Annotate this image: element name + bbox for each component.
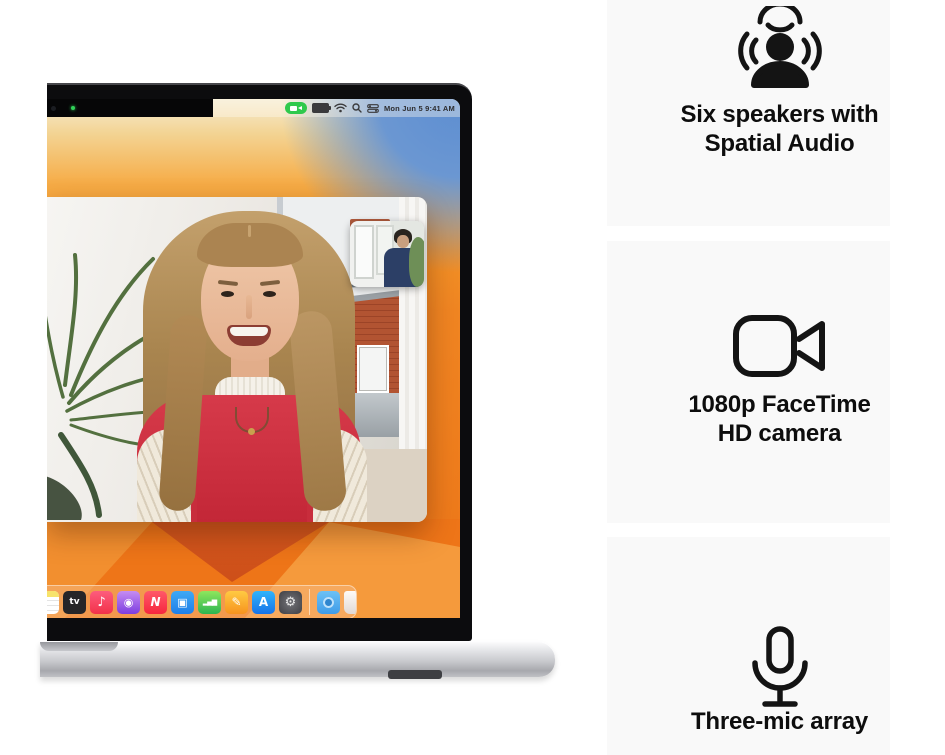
smiling-mouth [227, 325, 271, 346]
macbook-screen: Mon Jun 5 9:41 AM [47, 99, 460, 618]
dock-icon-numbers[interactable] [198, 591, 221, 614]
battery-icon[interactable] [312, 103, 329, 113]
feature-heading-line1: Three-mic array [638, 707, 921, 736]
feature-heading-speakers: Six speakers with Spatial Audio [638, 100, 921, 158]
video-camera-icon [730, 311, 830, 381]
webcam-lens [51, 106, 56, 111]
dock [47, 585, 357, 618]
marketing-page: Mon Jun 5 9:41 AM [0, 0, 945, 755]
dock-divider [309, 589, 310, 615]
feature-card-speakers: Six speakers with Spatial Audio [607, 0, 890, 226]
facetime-camera-pill-icon[interactable] [285, 102, 307, 114]
pip-plant [409, 237, 424, 287]
eye-left [221, 291, 234, 297]
control-center-icon[interactable] [367, 104, 379, 113]
nose [246, 295, 252, 319]
woman-hairline [197, 223, 303, 267]
feature-heading-line2: HD camera [638, 419, 921, 448]
dock-icon-downloads[interactable] [317, 591, 340, 614]
feature-heading-camera: 1080p FaceTime HD camera [638, 390, 921, 448]
menu-bar-clock[interactable]: Mon Jun 5 9:41 AM [384, 104, 455, 113]
dock-icon-appletv[interactable] [63, 591, 86, 614]
pip-man-face [397, 235, 409, 248]
feature-card-camera: 1080p FaceTime HD camera [607, 241, 890, 523]
spotlight-icon[interactable] [352, 103, 362, 113]
display-notch [47, 99, 213, 117]
rubber-foot [388, 670, 442, 679]
pip-window-left [354, 225, 374, 279]
building-window-right [357, 345, 389, 393]
menu-bar-status-cluster: Mon Jun 5 9:41 AM [285, 102, 455, 114]
microphone-icon [740, 625, 820, 713]
dock-icon-news[interactable] [144, 591, 167, 614]
spatial-audio-icon [732, 6, 828, 94]
facetime-window[interactable] [47, 197, 427, 522]
dock-icon-podcasts[interactable] [117, 591, 140, 614]
dock-icon-music[interactable] [90, 591, 113, 614]
dock-icon-settings[interactable] [279, 591, 302, 614]
facetime-pip-thumbnail[interactable] [350, 221, 424, 287]
wifi-icon[interactable] [334, 103, 347, 113]
dock-icon-notes[interactable] [47, 591, 59, 614]
feature-heading-line1: 1080p FaceTime [638, 390, 921, 419]
menu-bar: Mon Jun 5 9:41 AM [47, 99, 460, 117]
feature-heading-line1: Six speakers with [638, 100, 921, 129]
eye-right [263, 291, 276, 297]
lid-scoop-notch [40, 642, 118, 651]
feature-card-mic: Three-mic array [607, 537, 890, 755]
camera-active-indicator [71, 106, 75, 110]
dock-icon-keynote[interactable] [171, 591, 194, 614]
dock-icon-appstore[interactable] [252, 591, 275, 614]
feature-heading-line2: Spatial Audio [638, 129, 921, 158]
dock-icon-pages[interactable] [225, 591, 248, 614]
macbook-base [40, 641, 555, 677]
dock-icon-trash[interactable] [344, 591, 357, 614]
feature-heading-mic: Three-mic array [638, 707, 921, 736]
